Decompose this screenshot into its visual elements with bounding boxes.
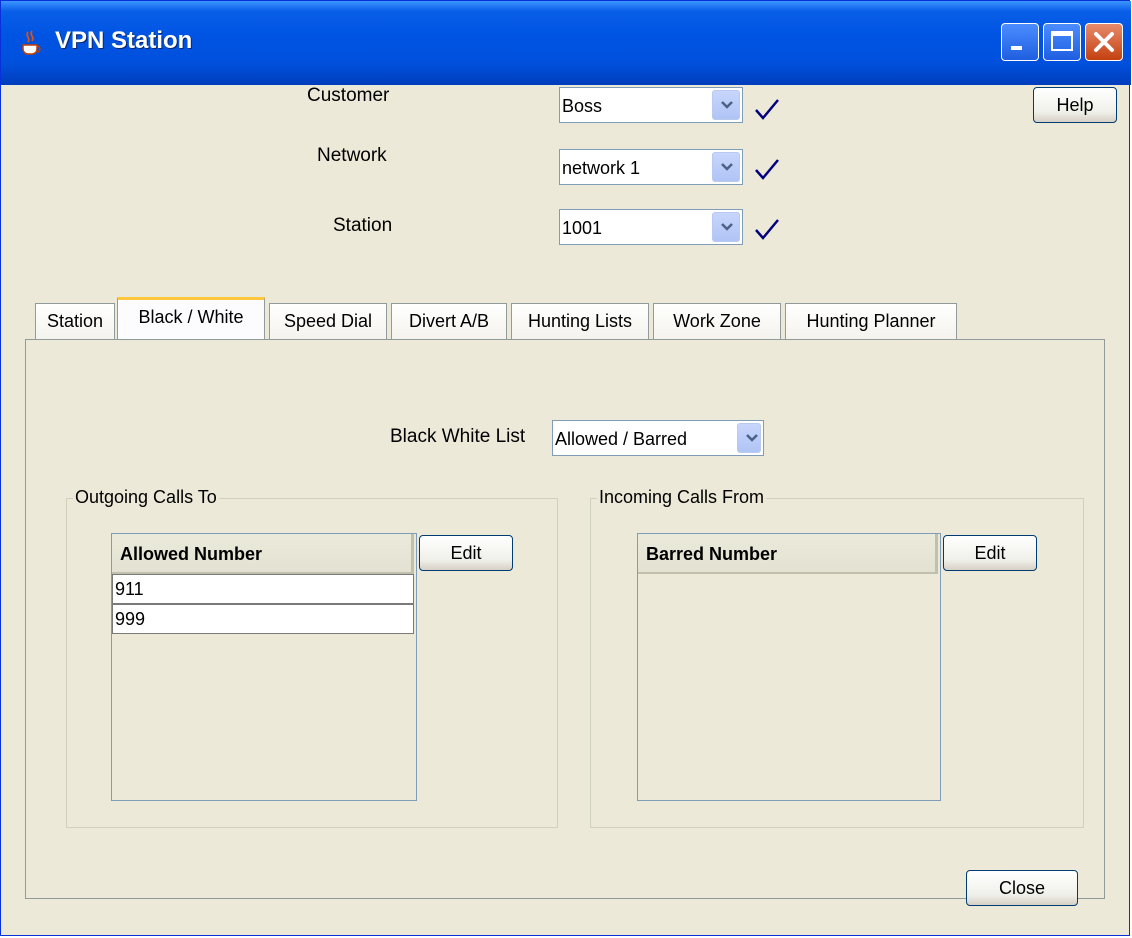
incoming-calls-legend: Incoming Calls From — [597, 487, 767, 508]
station-select[interactable]: 1001 — [559, 209, 743, 245]
checkmark-icon — [755, 159, 779, 180]
chevron-down-icon[interactable] — [712, 152, 740, 182]
chevron-down-icon[interactable] — [712, 90, 740, 120]
close-icon — [1094, 32, 1114, 52]
incoming-edit-button[interactable]: Edit — [943, 535, 1037, 571]
minimize-icon — [1011, 46, 1022, 50]
help-button[interactable]: Help — [1033, 87, 1117, 123]
station-label: Station — [333, 215, 393, 236]
close-button[interactable]: Close — [966, 870, 1078, 906]
maximize-button[interactable] — [1043, 23, 1081, 61]
window-title: VPN Station — [55, 27, 193, 54]
outgoing-calls-group: Outgoing Calls To Allowed Number 911 999… — [66, 487, 558, 828]
black-white-list-select[interactable]: Allowed / Barred — [552, 420, 764, 456]
barred-number-header[interactable]: Barred Number — [638, 534, 938, 574]
tab-divert-ab[interactable]: Divert A/B — [391, 303, 507, 339]
customer-label: Customer — [307, 85, 390, 106]
table-row[interactable]: 911 — [112, 574, 414, 604]
network-value: network 1 — [562, 158, 641, 178]
tab-speed-dial[interactable]: Speed Dial — [269, 303, 387, 339]
maximize-icon — [1051, 31, 1073, 51]
customer-value: Boss — [562, 96, 603, 116]
tab-black-white[interactable]: Black / White — [117, 297, 265, 339]
incoming-calls-group: Incoming Calls From Barred Number Edit — [590, 487, 1084, 828]
allowed-number-table[interactable]: Allowed Number 911 999 — [111, 533, 417, 801]
vpn-station-window: VPN Station Customer Boss Help Network n… — [0, 0, 1131, 936]
checkmark-icon — [755, 99, 779, 120]
customer-select[interactable]: Boss — [559, 87, 743, 123]
chevron-down-icon[interactable] — [737, 423, 761, 453]
tab-hunting-lists[interactable]: Hunting Lists — [511, 303, 649, 339]
network-label: Network — [317, 145, 387, 166]
title-bar[interactable]: VPN Station — [1, 1, 1131, 85]
black-white-list-value: Allowed / Barred — [555, 429, 688, 449]
tab-hunting-planner[interactable]: Hunting Planner — [785, 303, 957, 339]
barred-number-table[interactable]: Barred Number — [637, 533, 941, 801]
table-row[interactable]: 999 — [112, 604, 414, 634]
allowed-number-header[interactable]: Allowed Number — [112, 534, 414, 574]
tab-work-zone[interactable]: Work Zone — [653, 303, 781, 339]
station-value: 1001 — [562, 218, 603, 238]
outgoing-edit-button[interactable]: Edit — [419, 535, 513, 571]
client-area: Customer Boss Help Network network 1 Sta… — [9, 85, 1123, 929]
chevron-down-icon[interactable] — [712, 212, 740, 242]
outgoing-calls-legend: Outgoing Calls To — [73, 487, 219, 508]
tab-station[interactable]: Station — [35, 303, 115, 339]
black-white-list-label: Black White List — [390, 426, 526, 447]
java-cup-icon — [17, 29, 45, 57]
close-window-button[interactable] — [1085, 23, 1123, 61]
black-white-panel: Black White List Allowed / Barred Outgoi… — [25, 339, 1105, 906]
checkmark-icon — [755, 219, 779, 240]
network-select[interactable]: network 1 — [559, 149, 743, 185]
minimize-button[interactable] — [1001, 23, 1039, 61]
